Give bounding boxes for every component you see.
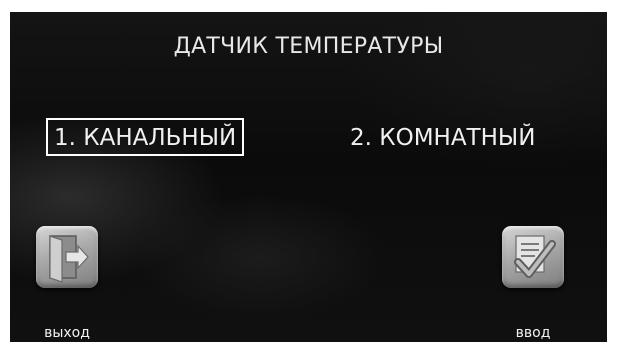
exit-button-label: выход: [44, 325, 90, 341]
option-duct-sensor[interactable]: 1. КАНАЛЬНЫЙ: [46, 118, 245, 156]
thermostat-screen: ДАТЧИК ТЕМПЕРАТУРЫ 1. КАНАЛЬНЫЙ 2. КОМНА…: [10, 12, 607, 342]
exit-button[interactable]: [36, 226, 98, 288]
checkmark-document-icon: [514, 235, 556, 278]
option-room-sensor[interactable]: 2. КОМНАТНЫЙ: [342, 118, 543, 156]
exit-door-icon: [49, 235, 89, 283]
enter-button[interactable]: [502, 226, 564, 288]
enter-button-label: ввод: [515, 325, 551, 341]
screen-title: ДАТЧИК ТЕМПЕРАТУРЫ: [173, 34, 444, 59]
